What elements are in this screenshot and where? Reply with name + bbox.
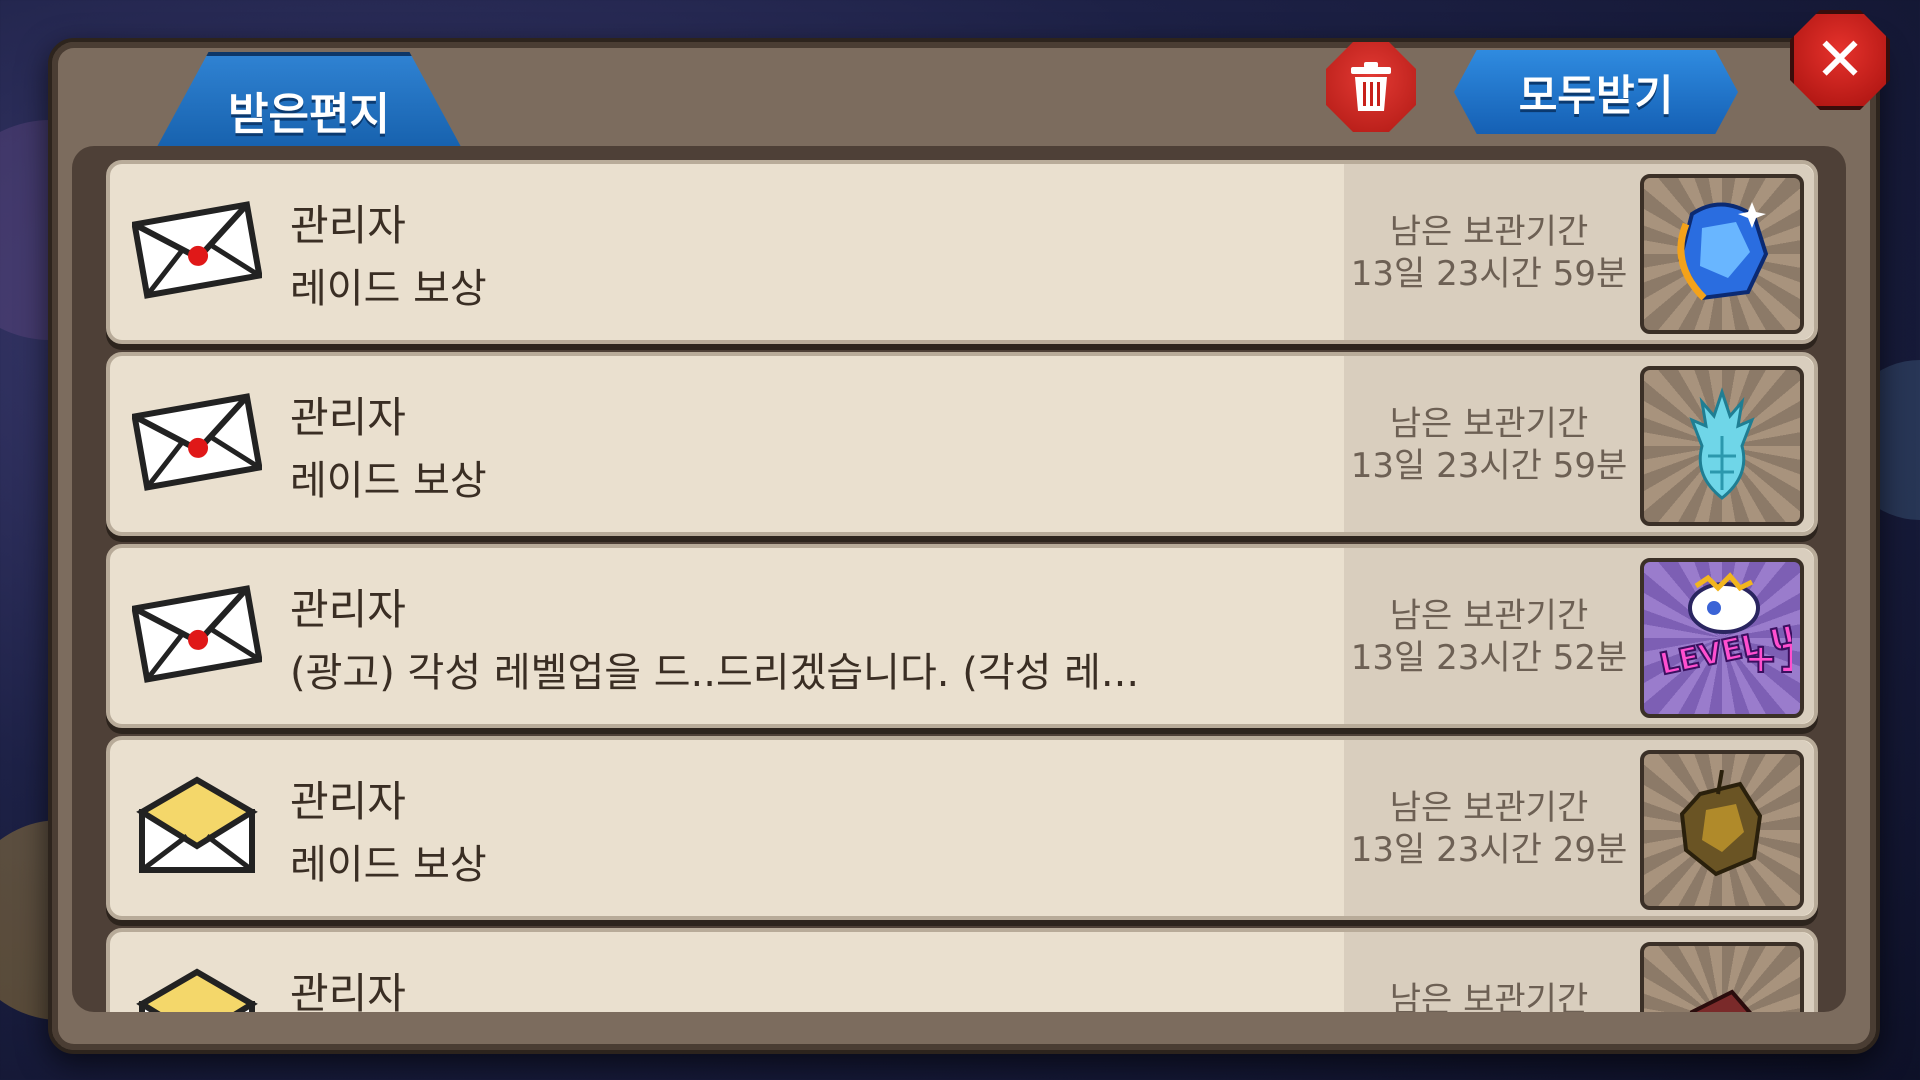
reward-slot[interactable] xyxy=(1640,942,1804,1012)
reward-slot[interactable] xyxy=(1640,366,1804,526)
mail-item[interactable]: 관리자 레이드 보상 남은 보관기간 13일 23시간 59분 xyxy=(106,160,1818,344)
expiry-section: 남은 보관기간 13일 23시간 59분 xyxy=(1344,356,1814,532)
mail-title: 레이드 보상 xyxy=(290,266,487,312)
level-up-plus-1-icon: LEVEL UP +1 xyxy=(1656,572,1792,684)
mail-title: (광고) 각성 레벨업을 드..드리겠습니다. (각성 레... xyxy=(290,650,1140,696)
mail-sender: 관리자 xyxy=(290,969,406,1012)
reward-slot[interactable]: LEVEL UP +1 xyxy=(1640,558,1804,718)
receive-all-label: 모두받기 xyxy=(1518,70,1674,120)
sealed-envelope-icon xyxy=(132,201,262,299)
expiry-section: 남은 보관기간 13일 23시간 52분 LEVEL UP +1 xyxy=(1344,548,1814,724)
mail-list[interactable]: 관리자 레이드 보상 남은 보관기간 13일 23시간 59분 관리자 레이드 … xyxy=(72,146,1846,1012)
expiry-time: 13일 23시간 29분 xyxy=(1350,830,1628,870)
receive-all-button[interactable]: 모두받기 xyxy=(1454,50,1738,134)
mail-title: 레이드 보상 xyxy=(290,842,487,888)
expiry-time: 13일 23시간 59분 xyxy=(1350,254,1628,294)
mail-title: 레이드 보상 xyxy=(290,458,487,504)
blue-gem-icon xyxy=(1677,202,1769,301)
trash-icon xyxy=(1351,62,1391,111)
red-ore-icon xyxy=(1689,989,1752,1012)
mail-sender: 관리자 xyxy=(290,777,406,826)
plus-one-text: +1 xyxy=(1744,636,1792,682)
opened-envelope-icon xyxy=(136,776,258,873)
mail-item[interactable]: 관리자 레이드 보상 남은 보관기간 13일 23시간 29분 xyxy=(106,736,1818,920)
sealed-envelope-icon xyxy=(132,585,262,683)
sealed-envelope-icon xyxy=(132,393,262,491)
close-button[interactable]: ✕ xyxy=(1790,10,1890,110)
expiry-section: 남은 보관기간 13일 23시간 29분 xyxy=(1344,740,1814,916)
mail-sender: 관리자 xyxy=(290,201,406,250)
expiry-time: 13일 23시간 52분 xyxy=(1350,638,1628,678)
mail-item[interactable]: 관리자 (광고) 각성 레벨업을 드..드리겠습니다. (각성 레... 남은 … xyxy=(106,544,1818,728)
mail-item[interactable]: 관리자 남은 보관기간 xyxy=(106,928,1818,1012)
reward-slot[interactable] xyxy=(1640,174,1804,334)
mail-sender: 관리자 xyxy=(290,393,406,442)
mail-sender: 관리자 xyxy=(290,585,406,634)
expiry-label: 남은 보관기간 xyxy=(1389,980,1589,1012)
cyan-crystal-icon xyxy=(1689,387,1755,500)
expiry-section: 남은 보관기간 13일 23시간 59분 xyxy=(1344,164,1814,340)
close-icon: ✕ xyxy=(1814,25,1866,95)
expiry-section: 남은 보관기간 xyxy=(1344,932,1814,1012)
reward-slot[interactable] xyxy=(1640,750,1804,910)
delete-all-button[interactable] xyxy=(1326,42,1416,132)
expiry-time: 13일 23시간 59분 xyxy=(1350,446,1628,486)
tab-label: 받은편지 xyxy=(228,89,390,140)
gold-ore-icon xyxy=(1679,770,1763,877)
opened-envelope-icon xyxy=(136,968,258,1012)
mail-item[interactable]: 관리자 레이드 보상 남은 보관기간 13일 23시간 59분 xyxy=(106,352,1818,536)
